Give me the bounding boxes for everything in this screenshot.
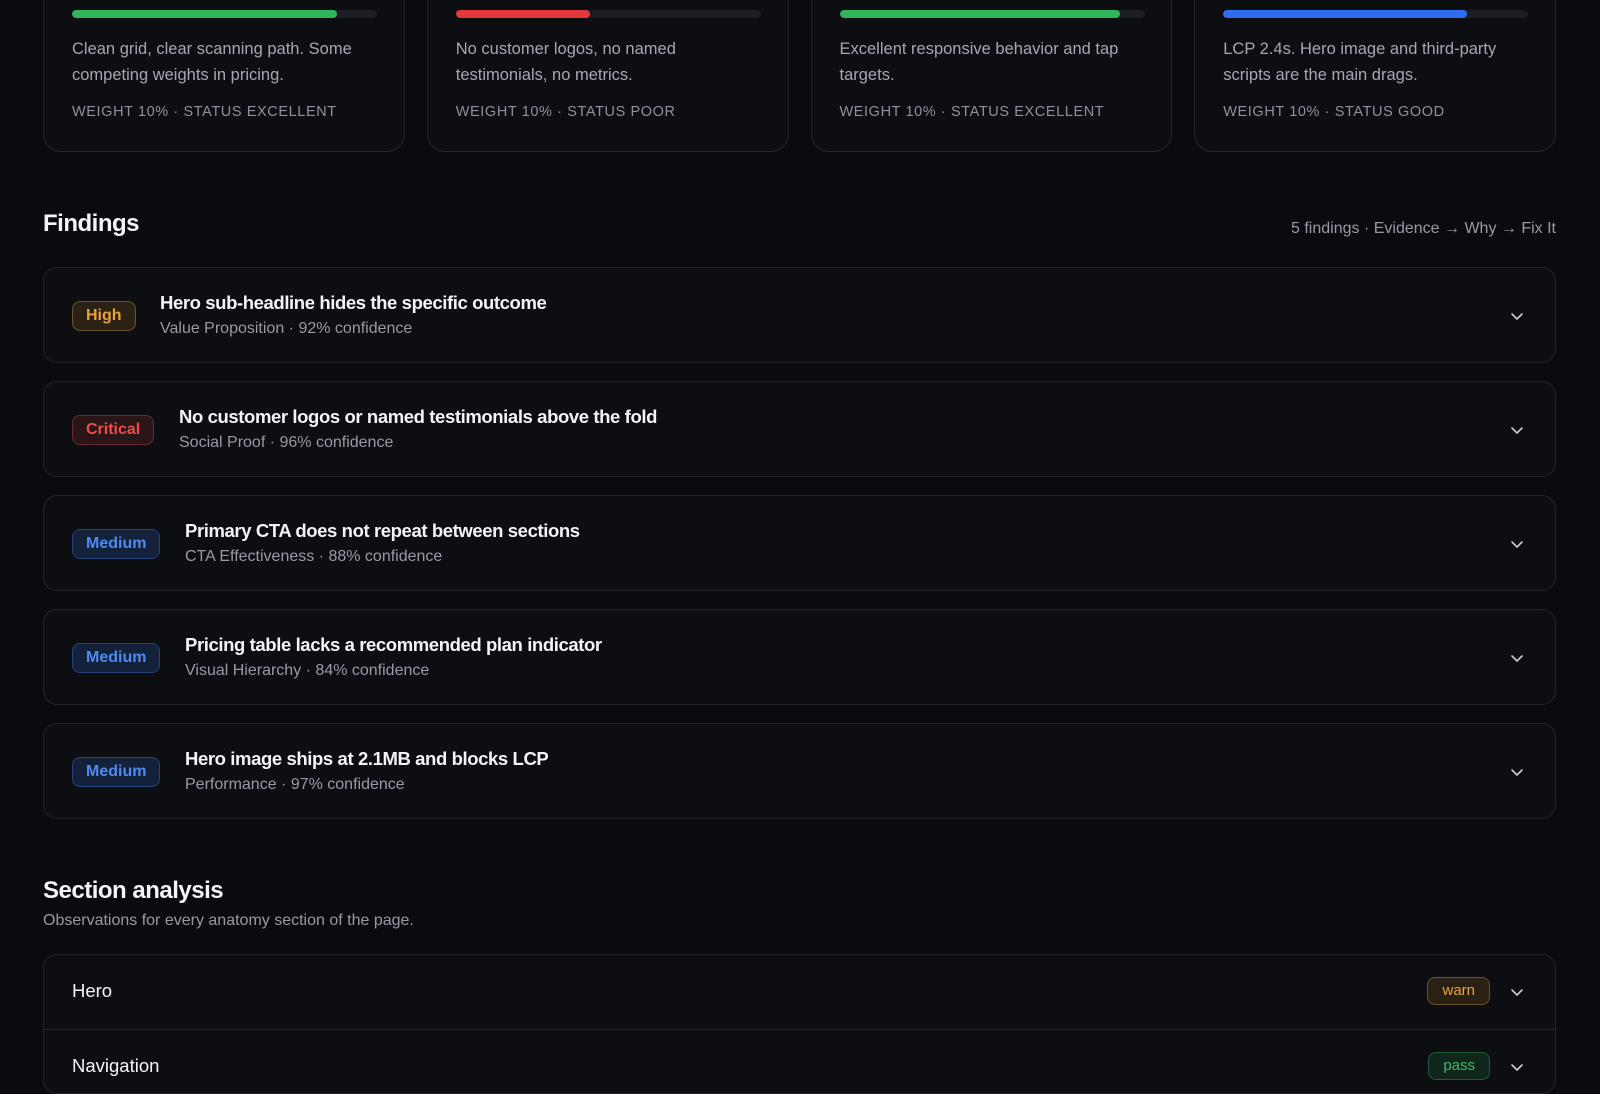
card-description: Excellent responsive behavior and tap ta… xyxy=(839,40,1119,84)
card-meta: WEIGHT 10% · STATUS EXCELLENT xyxy=(839,104,1105,120)
card-description: No customer logos, no named testimonials… xyxy=(455,40,676,84)
chevron-down-icon[interactable] xyxy=(1509,764,1525,780)
section-row-hero[interactable]: Hero warn xyxy=(44,955,1555,1029)
progress-fill xyxy=(1223,10,1468,18)
progress-bar xyxy=(455,10,761,18)
section-label: Hero xyxy=(72,980,113,1001)
section-analysis-title: Section analysis xyxy=(43,877,224,904)
progress-bar xyxy=(1223,10,1529,18)
progress-fill xyxy=(839,10,1121,18)
progress-fill xyxy=(72,10,338,18)
finding-title: Primary CTA does not repeat between sect… xyxy=(185,520,580,541)
progress-bar xyxy=(839,10,1145,18)
finding-title: Hero image ships at 2.1MB and blocks LCP xyxy=(185,748,549,769)
severity-badge: Medium xyxy=(72,643,161,673)
finding-row[interactable]: Critical No customer logos or named test… xyxy=(43,381,1556,477)
metric-card: Clean grid, clear scanning path. Some co… xyxy=(43,0,405,152)
status-badge: warn xyxy=(1427,977,1490,1005)
card-meta: WEIGHT 10% · STATUS EXCELLENT xyxy=(72,104,337,120)
metric-card: No customer logos, no named testimonials… xyxy=(426,0,789,152)
section-analysis-list: Hero warn Navigation pass xyxy=(43,954,1556,1094)
finding-subtitle: Visual Hierarchy · 84% confidence xyxy=(185,662,430,679)
section-analysis-subtitle: Observations for every anatomy section o… xyxy=(43,912,414,929)
finding-row[interactable]: Medium Hero image ships at 2.1MB and blo… xyxy=(43,723,1556,819)
severity-badge: Medium xyxy=(72,757,161,787)
section-row-navigation[interactable]: Navigation pass xyxy=(44,1029,1555,1093)
metric-card: LCP 2.4s. Hero image and third-party scr… xyxy=(1194,0,1556,152)
progress-fill xyxy=(455,10,590,18)
metric-cards: Clean grid, clear scanning path. Some co… xyxy=(43,0,1556,152)
status-badge: pass xyxy=(1428,1052,1490,1080)
severity-badge: Medium xyxy=(72,529,161,559)
chevron-down-icon[interactable] xyxy=(1509,650,1525,666)
finding-title: No customer logos or named testimonials … xyxy=(179,406,657,427)
finding-subtitle: Social Proof · 96% confidence xyxy=(179,434,394,451)
card-meta: WEIGHT 10% · STATUS POOR xyxy=(455,104,676,120)
finding-subtitle: CTA Effectiveness · 88% confidence xyxy=(185,548,443,565)
findings-summary: 5 findings · Evidence → Why → Fix It xyxy=(1291,220,1556,237)
card-meta: WEIGHT 10% · STATUS GOOD xyxy=(1223,104,1445,120)
finding-subtitle: Value Proposition · 92% confidence xyxy=(160,320,413,337)
chevron-down-icon[interactable] xyxy=(1509,308,1525,324)
section-label: Navigation xyxy=(72,1055,160,1076)
finding-row[interactable]: High Hero sub-headline hides the specifi… xyxy=(43,267,1556,363)
metric-card: Excellent responsive behavior and tap ta… xyxy=(810,0,1173,152)
finding-title: Hero sub-headline hides the specific out… xyxy=(160,292,547,313)
finding-row[interactable]: Medium Pricing table lacks a recommended… xyxy=(43,609,1556,705)
finding-title: Pricing table lacks a recommended plan i… xyxy=(185,634,602,655)
chevron-down-icon[interactable] xyxy=(1509,536,1525,552)
findings-title: Findings xyxy=(43,210,139,237)
chevron-down-icon[interactable] xyxy=(1509,1059,1525,1075)
severity-badge: High xyxy=(72,301,136,331)
chevron-down-icon[interactable] xyxy=(1509,422,1525,438)
card-description: LCP 2.4s. Hero image and third-party scr… xyxy=(1223,40,1497,84)
severity-badge: Critical xyxy=(72,415,155,445)
card-description: Clean grid, clear scanning path. Some co… xyxy=(72,40,352,84)
chevron-down-icon[interactable] xyxy=(1509,984,1525,1000)
finding-subtitle: Performance · 97% confidence xyxy=(185,776,405,793)
progress-bar xyxy=(72,10,377,18)
finding-row[interactable]: Medium Primary CTA does not repeat betwe… xyxy=(43,495,1556,591)
